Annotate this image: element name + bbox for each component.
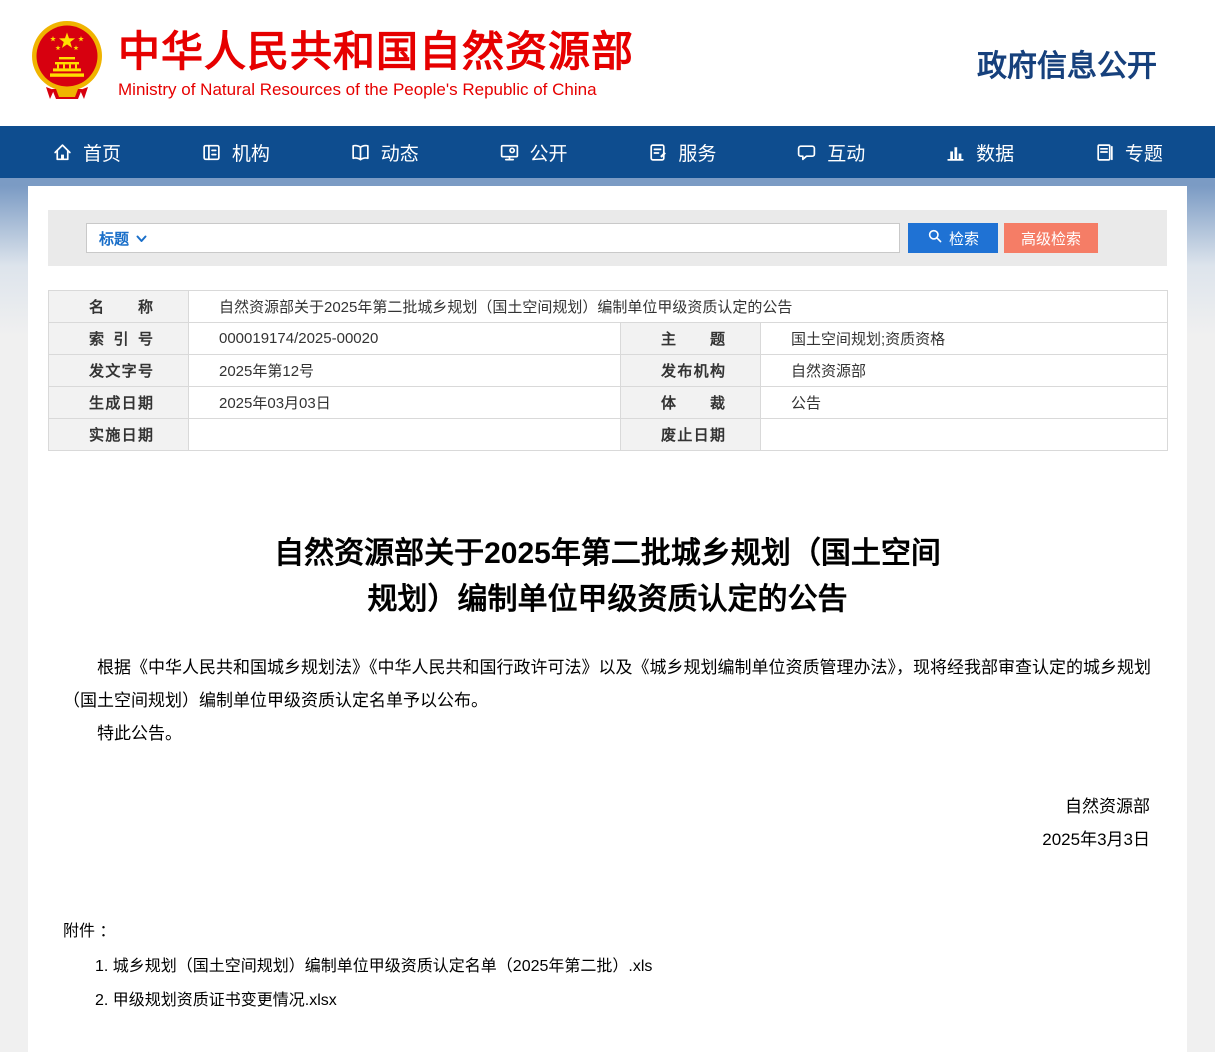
nav-item-news[interactable]: 动态 xyxy=(350,139,419,166)
meta-label-effective-date: 实施日期 xyxy=(49,419,189,451)
meta-label-genre: 体裁 xyxy=(621,387,761,419)
organization-icon xyxy=(201,142,222,163)
nav-item-home[interactable]: 首页 xyxy=(52,139,121,166)
table-row: 发文字号 2025年第12号 发布机构 自然资源部 xyxy=(49,355,1168,387)
table-row: 实施日期 废止日期 xyxy=(49,419,1168,451)
meta-value-doc-number: 2025年第12号 xyxy=(189,355,621,387)
site-logo-link[interactable]: 中华人民共和国自然资源部 Ministry of Natural Resourc… xyxy=(30,15,634,112)
nav-item-services[interactable]: 服务 xyxy=(647,139,716,166)
home-icon xyxy=(52,142,73,163)
meta-value-subject: 国土空间规划;资质资格 xyxy=(761,323,1168,355)
document-meta-table: 名称 自然资源部关于2025年第二批城乡规划（国土空间规划）编制单位甲级资质认定… xyxy=(48,290,1168,451)
attachment-link[interactable]: 2. 甲级规划资质证书变更情况.xlsx xyxy=(95,990,1152,1012)
service-document-icon xyxy=(647,142,668,163)
meta-label-index-number: 索引号 xyxy=(49,323,189,355)
site-header: 中华人民共和国自然资源部 Ministry of Natural Resourc… xyxy=(0,0,1215,126)
article-title-line2: 规划）编制单位甲级资质认定的公告 xyxy=(68,577,1147,623)
search-bar: 标题 检索 高级检索 xyxy=(48,210,1167,266)
content-panel: 标题 检索 高级检索 名称 xyxy=(28,186,1187,1052)
meta-label-issuing-agency: 发布机构 xyxy=(621,355,761,387)
nav-label: 公开 xyxy=(530,139,568,166)
gov-info-disclosure-link[interactable]: 政府信息公开 xyxy=(977,41,1185,85)
special-topic-icon xyxy=(1094,142,1115,163)
nav-item-disclosure[interactable]: 公开 xyxy=(499,139,568,166)
search-button[interactable]: 检索 xyxy=(908,223,998,253)
disclosure-monitor-icon xyxy=(499,142,520,163)
site-title: 中华人民共和国自然资源部 xyxy=(118,27,634,77)
article-title: 自然资源部关于2025年第二批城乡规划（国土空间 规划）编制单位甲级资质认定的公… xyxy=(68,531,1147,623)
meta-value-effective-date xyxy=(189,419,621,451)
attachments-label: 附件 ： xyxy=(63,920,1152,944)
table-row: 名称 自然资源部关于2025年第二批城乡规划（国土空间规划）编制单位甲级资质认定… xyxy=(49,291,1168,323)
nav-item-organization[interactable]: 机构 xyxy=(201,139,270,166)
table-row: 生成日期 2025年03月03日 体裁 公告 xyxy=(49,387,1168,419)
nav-bottom-strip xyxy=(0,178,1215,186)
meta-label-doc-number: 发文字号 xyxy=(49,355,189,387)
meta-value-name: 自然资源部关于2025年第二批城乡规划（国土空间规划）编制单位甲级资质认定的公告 xyxy=(189,291,1168,323)
signature-block: 自然资源部 2025年3月3日 xyxy=(28,790,1150,856)
main-nav: 首页 机构 动态 公开 服务 xyxy=(0,126,1215,178)
nav-item-interaction[interactable]: 互动 xyxy=(796,139,865,166)
meta-label-repeal-date: 废止日期 xyxy=(621,419,761,451)
meta-value-index-number: 000019174/2025-00020 xyxy=(189,323,621,355)
nav-label: 互动 xyxy=(827,139,865,166)
bar-chart-icon xyxy=(945,142,966,163)
site-subtitle: Ministry of Natural Resources of the Peo… xyxy=(118,80,634,100)
nav-label: 服务 xyxy=(678,139,716,166)
search-input[interactable] xyxy=(157,224,899,252)
signature-agency: 自然资源部 xyxy=(28,790,1150,823)
search-button-label: 检索 xyxy=(949,228,979,249)
page-background: 标题 检索 高级检索 名称 xyxy=(0,186,1215,1052)
meta-value-repeal-date xyxy=(761,419,1168,451)
chat-bubble-icon xyxy=(796,142,817,163)
attachment-link[interactable]: 1. 城乡规划（国土空间规划）编制单位甲级资质认定名单（2025年第二批）.xl… xyxy=(95,956,1152,978)
meta-label-creation-date: 生成日期 xyxy=(49,387,189,419)
article-body: 根据《中华人民共和国城乡规划法》《中华人民共和国行政许可法》以及《城乡规划编制单… xyxy=(28,651,1187,1012)
table-row: 索引号 000019174/2025-00020 主题 国土空间规划;资质资格 xyxy=(49,323,1168,355)
nav-label: 机构 xyxy=(232,139,270,166)
nav-label: 动态 xyxy=(381,139,419,166)
national-emblem-icon xyxy=(30,15,104,112)
article-paragraph: 根据《中华人民共和国城乡规划法》《中华人民共和国行政许可法》以及《城乡规划编制单… xyxy=(63,651,1152,717)
nav-item-data[interactable]: 数据 xyxy=(945,139,1014,166)
search-icon xyxy=(927,228,943,248)
nav-label: 首页 xyxy=(83,139,121,166)
news-book-icon xyxy=(350,142,371,163)
nav-label: 数据 xyxy=(976,139,1014,166)
advanced-search-button[interactable]: 高级检索 xyxy=(1004,223,1098,253)
meta-label-name: 名称 xyxy=(49,291,189,323)
meta-value-genre: 公告 xyxy=(761,387,1168,419)
meta-label-subject: 主题 xyxy=(621,323,761,355)
signature-date: 2025年3月3日 xyxy=(28,823,1150,856)
nav-item-special-topics[interactable]: 专题 xyxy=(1094,139,1163,166)
search-field-label: 标题 xyxy=(99,228,129,249)
article-title-line1: 自然资源部关于2025年第二批城乡规划（国土空间 xyxy=(68,531,1147,577)
nav-label: 专题 xyxy=(1125,139,1163,166)
search-box: 标题 xyxy=(86,223,900,253)
meta-value-creation-date: 2025年03月03日 xyxy=(189,387,621,419)
article-paragraph: 特此公告。 xyxy=(63,717,1152,750)
meta-value-issuing-agency: 自然资源部 xyxy=(761,355,1168,387)
chevron-down-icon xyxy=(136,230,147,247)
attachments-section: 附件 ： 1. 城乡规划（国土空间规划）编制单位甲级资质认定名单（2025年第二… xyxy=(63,920,1152,1012)
search-field-selector[interactable]: 标题 xyxy=(87,228,157,249)
